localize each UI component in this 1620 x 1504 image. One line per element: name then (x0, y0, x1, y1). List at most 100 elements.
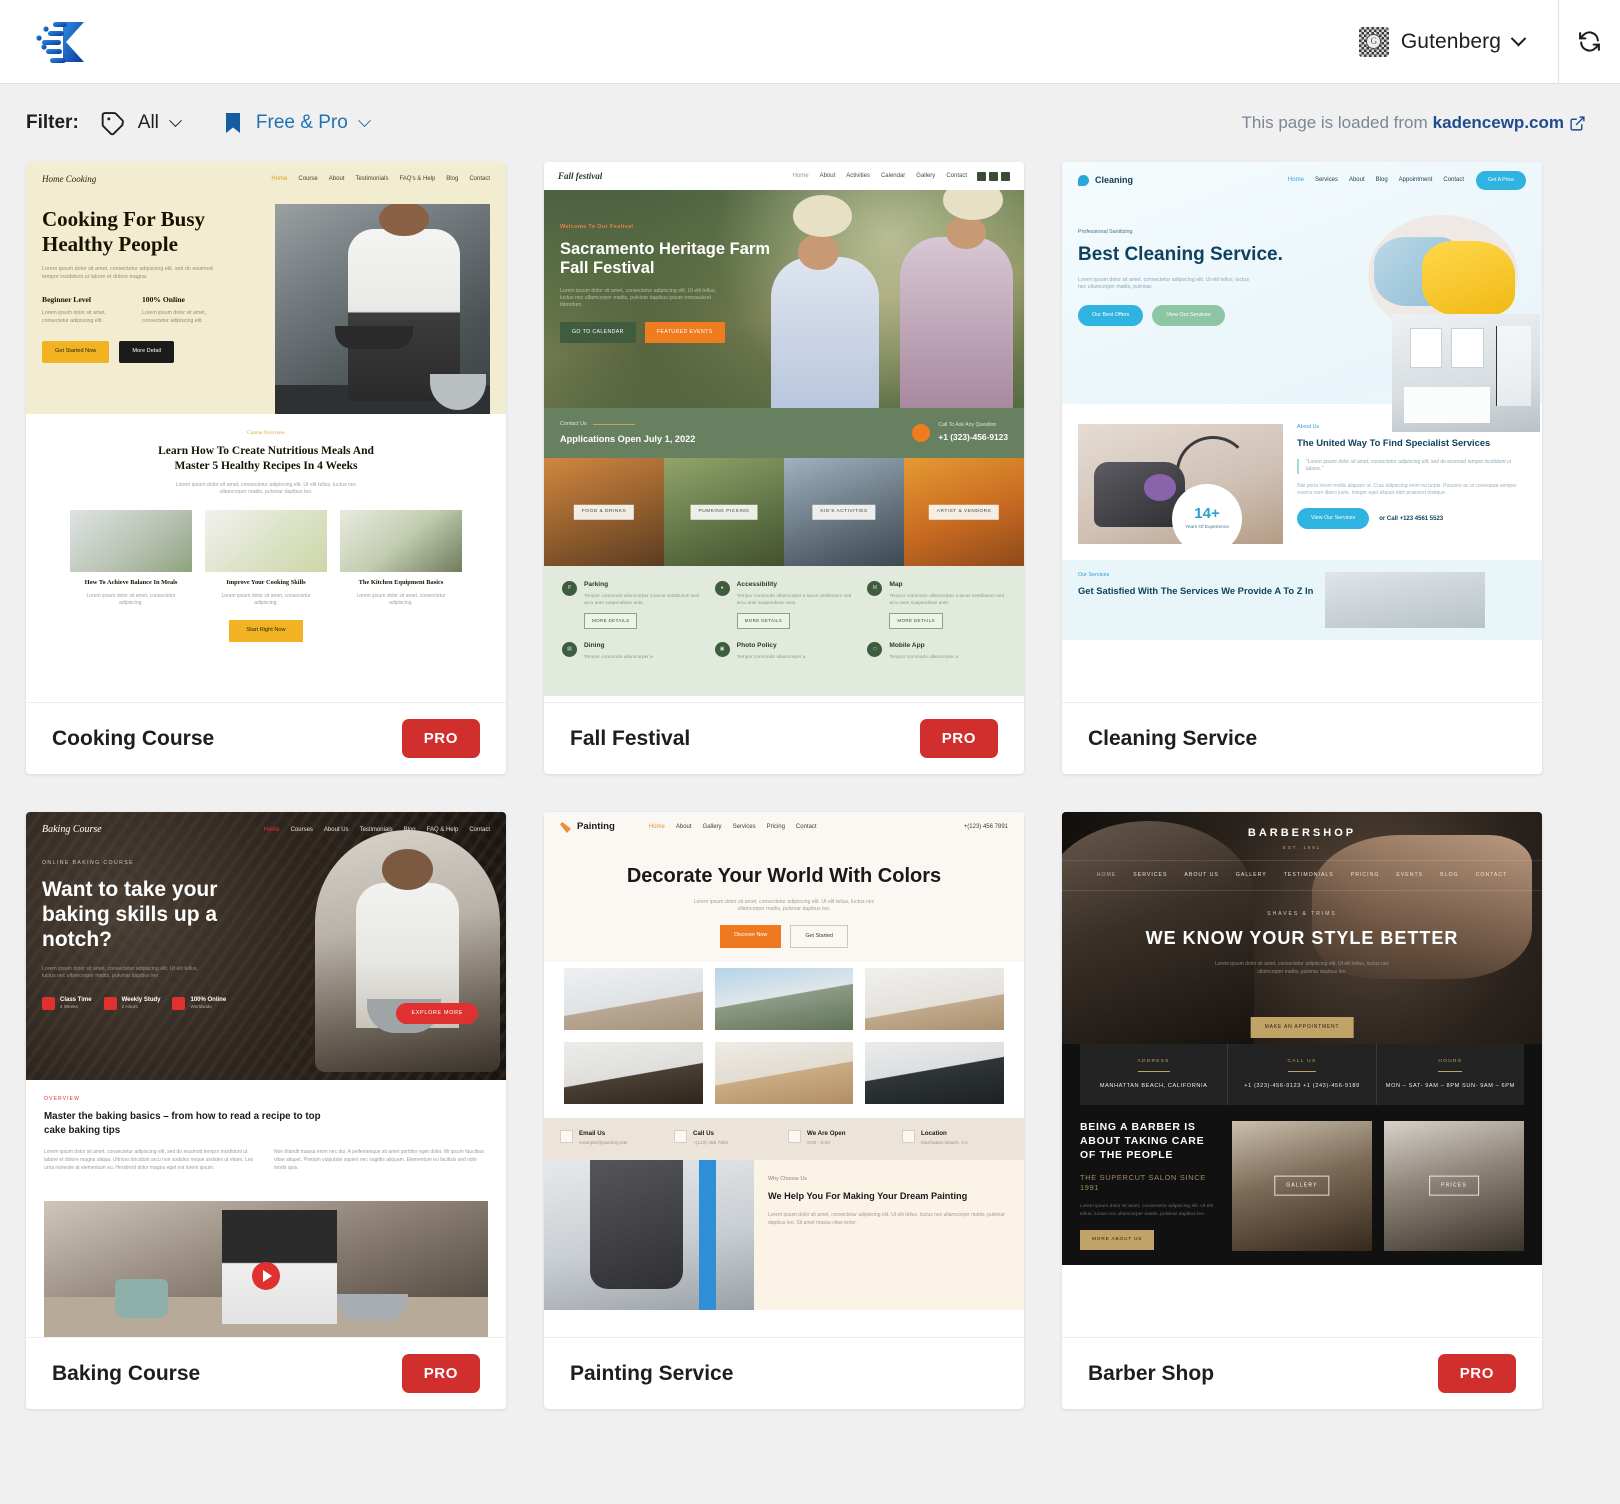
contact-title: Call Us (693, 1129, 714, 1137)
template-grid: Home Cooking Home Course About Testimoni… (0, 162, 1620, 1409)
bookmark-icon (225, 113, 240, 133)
why-heading: We Help You For Making Your Dream Painti… (768, 1190, 968, 1201)
info-title: Photo Policy (736, 642, 777, 650)
hero-body: Lorem ipsum dolor sit amet, consectetur … (42, 966, 198, 980)
why-image (544, 1159, 754, 1310)
feature-title: Improve Your Cooking Skills (226, 579, 306, 587)
refresh-button[interactable] (1558, 0, 1620, 84)
accessibility-icon: ● (714, 581, 730, 597)
stat-title: Class Time (60, 997, 92, 1004)
weekly-study-icon (103, 996, 117, 1010)
template-card-cooking-course[interactable]: Home Cooking Home Course About Testimoni… (26, 162, 506, 774)
about-heading: The United Way To Find Specialist Servic… (1297, 437, 1491, 449)
template-card-painting-service[interactable]: Painting Home About Gallery Services Pri… (544, 812, 1024, 1409)
nav-link: About Us (323, 826, 349, 833)
nav-link: TESTIMONIALS (1283, 871, 1334, 878)
hero-heading: Sacramento Heritage Farm Fall Festival (560, 239, 770, 278)
info-title: Mobile App (889, 642, 925, 650)
template-card-cleaning-service[interactable]: Cleaning Home Services About Blog Appoin… (1062, 162, 1542, 774)
hero-button: More Detail (119, 341, 174, 363)
contact-title: We Are Open (807, 1129, 846, 1137)
nav-link: Contact (946, 173, 967, 180)
feature-text: Lorem ipsum dolor sit amet, consectetur … (221, 592, 311, 606)
site-selector[interactable]: G Gutenberg (1325, 0, 1558, 84)
overview-col: Non blandit massa enim nec dui. A pellen… (274, 1148, 484, 1172)
nav-link: Testimonials (355, 176, 389, 183)
filter-bar: Filter: All Free & Pro This page is load… (0, 84, 1620, 162)
loaded-from-note: This page is loaded from kadencewp.com (1242, 113, 1586, 133)
phone-label: Call To Ask Any Question (938, 422, 997, 429)
more-details-button: MORE DETAILS (584, 612, 638, 630)
template-card-fall-festival[interactable]: Fall festival Home About Activities Cale… (544, 162, 1024, 774)
nav-link: Services (732, 824, 756, 831)
feature-title: The Kitchen Equipment Basics (358, 579, 444, 587)
nav-link: About (1348, 177, 1365, 184)
contact-value: 9:00 - 6:00 (807, 1141, 830, 1147)
template-card-barber-shop[interactable]: BARBERSHOP EST. 1991 HOME SERVICES ABOUT… (1062, 812, 1542, 1409)
dining-icon: ▤ (562, 642, 577, 658)
nav-link: Blog (446, 176, 459, 183)
card-footer: Baking Course PRO (26, 1337, 506, 1409)
site-logo: Fall festival (558, 171, 603, 181)
play-icon[interactable] (252, 1261, 280, 1290)
nav-link: Contact (469, 826, 490, 833)
hero-heading: Cooking For Busy Healthy People (42, 207, 205, 256)
contact-value: Manhattan Beach, CA (921, 1141, 968, 1147)
hero-body: Lorem ipsum dolor sit amet, consectetur … (42, 266, 213, 280)
online-icon (172, 996, 186, 1010)
class-time-icon (42, 996, 55, 1010)
card-title: Cleaning Service (1088, 726, 1258, 750)
social-icons (977, 171, 1010, 181)
plan-filter[interactable]: Free & Pro (222, 111, 371, 135)
info-value: MON – SAT- 9AM – 8PM SUN- 9AM – 6PM (1385, 1083, 1515, 1090)
tile-label: KID'S ACTIVITIES (812, 504, 876, 520)
info-text: Tempor commodo ullamcorper a (736, 655, 806, 661)
hero-body: Lorem ipsum dolor sit amet, consectetur … (1214, 961, 1390, 976)
nav-link: Blog (403, 826, 416, 833)
hero-button: Our Best Offers (1078, 304, 1144, 327)
template-preview: Baking Course Home Courses About Us Test… (26, 812, 506, 1337)
hero-button: GO TO CALENDAR (560, 322, 636, 344)
stat-title: 100% Online (142, 294, 185, 304)
nav-link: Pricing (766, 824, 785, 831)
section-eyebrow: Course Overview (247, 430, 285, 436)
nav-link: Services (1314, 177, 1338, 184)
card-footer: Painting Service (544, 1337, 1024, 1409)
hero-button: EXPLORE MORE (396, 1002, 478, 1024)
section-heading: Learn How To Create Nutritious Meals And… (158, 445, 374, 473)
about-body: Lorem ipsum dolor sit amet, consectetur … (1080, 1204, 1213, 1217)
phone-number: +1 (323)-456-9123 (938, 432, 1008, 443)
map-icon: M (867, 581, 883, 597)
nav-link: Contact (795, 824, 817, 831)
experience-badge: 14+ Years Of Experience (1172, 484, 1242, 555)
nav-link: Home (792, 173, 809, 180)
services-image (1325, 572, 1486, 629)
nav-link: Activities (846, 173, 870, 180)
card-title: Barber Shop (1088, 1361, 1215, 1385)
nav-link: FAQ's & Help (399, 176, 436, 183)
site-name-label: Gutenberg (1400, 29, 1501, 53)
tile-label: FOOD & DRINKS (573, 504, 635, 520)
site-logo-sub: EST. 1991 (1282, 844, 1322, 850)
hero-button: MAKE AN APPOINTMENT (1250, 1017, 1354, 1038)
contact-value: +(123) 456 7891 (693, 1141, 729, 1147)
pro-badge: PRO (401, 719, 480, 758)
site-logo: Painting (577, 821, 615, 832)
hero-button: Get Started (790, 924, 848, 948)
about-quote: "Lorem ipsum dolor sit amet, consectetur… (1297, 458, 1526, 474)
location-icon (902, 1129, 915, 1143)
nav-link: GALLERY (1235, 871, 1267, 878)
category-filter[interactable]: All (101, 111, 182, 136)
tile-label: GALLERY (1274, 1175, 1330, 1197)
hero-eyebrow: ONLINE BAKING COURSE (42, 859, 134, 866)
template-card-baking-course[interactable]: Baking Course Home Courses About Us Test… (26, 812, 506, 1409)
hero-body: Lorem ipsum dolor sit amet, consectetur … (560, 288, 716, 309)
nav-link: CONTACT (1475, 871, 1508, 878)
stat-title: Beginner Level (42, 294, 92, 304)
tag-icon (101, 111, 124, 135)
kadence-logo[interactable] (0, 18, 94, 66)
applications-date: Applications Open July 1, 2022 (560, 434, 696, 445)
stat-value: 2 Hours (121, 1004, 138, 1010)
kadencewp-link[interactable]: kadencewp.com (1433, 113, 1564, 133)
hero-body: Lorem ipsum dolor sit amet, consectetur … (1078, 276, 1249, 290)
